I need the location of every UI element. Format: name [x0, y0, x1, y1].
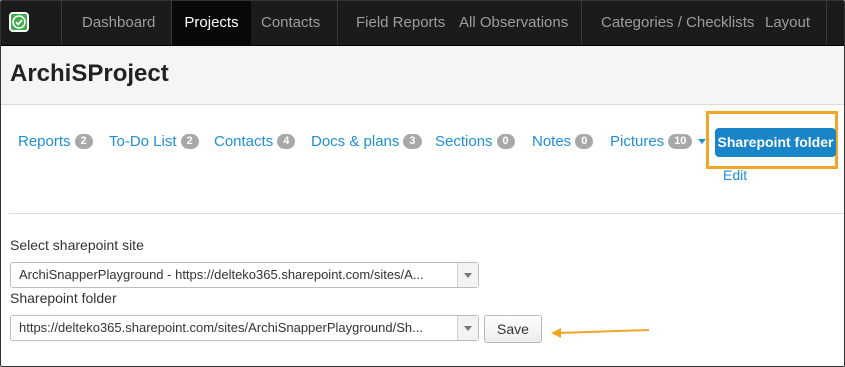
- site-select-value: ArchiSnapperPlayground - https://delteko…: [19, 267, 424, 282]
- dropdown-toggle[interactable]: [457, 316, 478, 340]
- sharepoint-folder-select[interactable]: https://delteko365.sharepoint.com/sites/…: [10, 315, 479, 341]
- nav-field-reports[interactable]: Field Reports: [356, 1, 445, 45]
- count-badge: 3: [403, 133, 422, 149]
- tab-sections[interactable]: Sections 0: [435, 132, 515, 152]
- project-header: ArchiSProject: [1, 46, 844, 105]
- tab-label: Pictures: [610, 133, 665, 150]
- tab-label: Reports: [18, 133, 71, 150]
- tab-pictures[interactable]: Pictures 10: [610, 132, 707, 152]
- nav-categories-checklists[interactable]: Categories / Checklists: [601, 1, 754, 45]
- nav-divider: [826, 1, 827, 45]
- count-badge: 10: [668, 133, 693, 149]
- divider: [9, 213, 844, 214]
- tab-label: Docs & plans: [311, 133, 400, 150]
- page-title: ArchiSProject: [10, 60, 169, 87]
- count-badge: 2: [74, 133, 93, 149]
- nav-divider: [581, 1, 582, 45]
- chevron-down-icon: [464, 326, 472, 331]
- nav-divider: [337, 1, 338, 45]
- tab-contacts[interactable]: Contacts 4: [214, 132, 296, 152]
- count-badge: 4: [277, 133, 296, 149]
- sharepoint-folder-button[interactable]: Sharepoint folder: [715, 128, 836, 157]
- arrow-left-icon: [551, 328, 650, 338]
- dropdown-toggle[interactable]: [457, 263, 478, 287]
- nav-projects[interactable]: Projects: [172, 1, 251, 45]
- tab-reports[interactable]: Reports 2: [18, 132, 93, 152]
- nav-divider: [61, 1, 62, 45]
- tab-docs-plans[interactable]: Docs & plans 3: [311, 132, 422, 152]
- tab-label: Notes: [532, 133, 572, 150]
- nav-dashboard[interactable]: Dashboard: [82, 1, 155, 45]
- count-badge: 0: [575, 133, 594, 149]
- site-select-label: Select sharepoint site: [10, 237, 144, 253]
- check-circle-icon[interactable]: [9, 12, 29, 32]
- count-badge: 0: [496, 133, 515, 149]
- nav-layout[interactable]: Layout: [765, 1, 810, 45]
- tab-to-do-list[interactable]: To-Do List 2: [109, 132, 199, 152]
- tab-label: Sections: [435, 133, 493, 150]
- chevron-down-icon: [464, 273, 472, 278]
- tab-label: Contacts: [214, 133, 274, 150]
- nav-all-observations[interactable]: All Observations: [459, 1, 568, 45]
- folder-select-label: Sharepoint folder: [10, 290, 117, 306]
- save-button[interactable]: Save: [484, 315, 542, 343]
- edit-link[interactable]: Edit: [723, 167, 747, 183]
- app-window: Dashboard Projects Contacts Field Report…: [0, 0, 845, 367]
- tab-notes[interactable]: Notes 0: [532, 132, 594, 152]
- count-badge: 2: [180, 133, 199, 149]
- top-navbar: Dashboard Projects Contacts Field Report…: [1, 1, 844, 46]
- sharepoint-site-select[interactable]: ArchiSnapperPlayground - https://delteko…: [10, 262, 479, 288]
- tab-label: To-Do List: [109, 133, 177, 150]
- folder-select-value: https://delteko365.sharepoint.com/sites/…: [19, 320, 423, 335]
- nav-contacts[interactable]: Contacts: [261, 1, 320, 45]
